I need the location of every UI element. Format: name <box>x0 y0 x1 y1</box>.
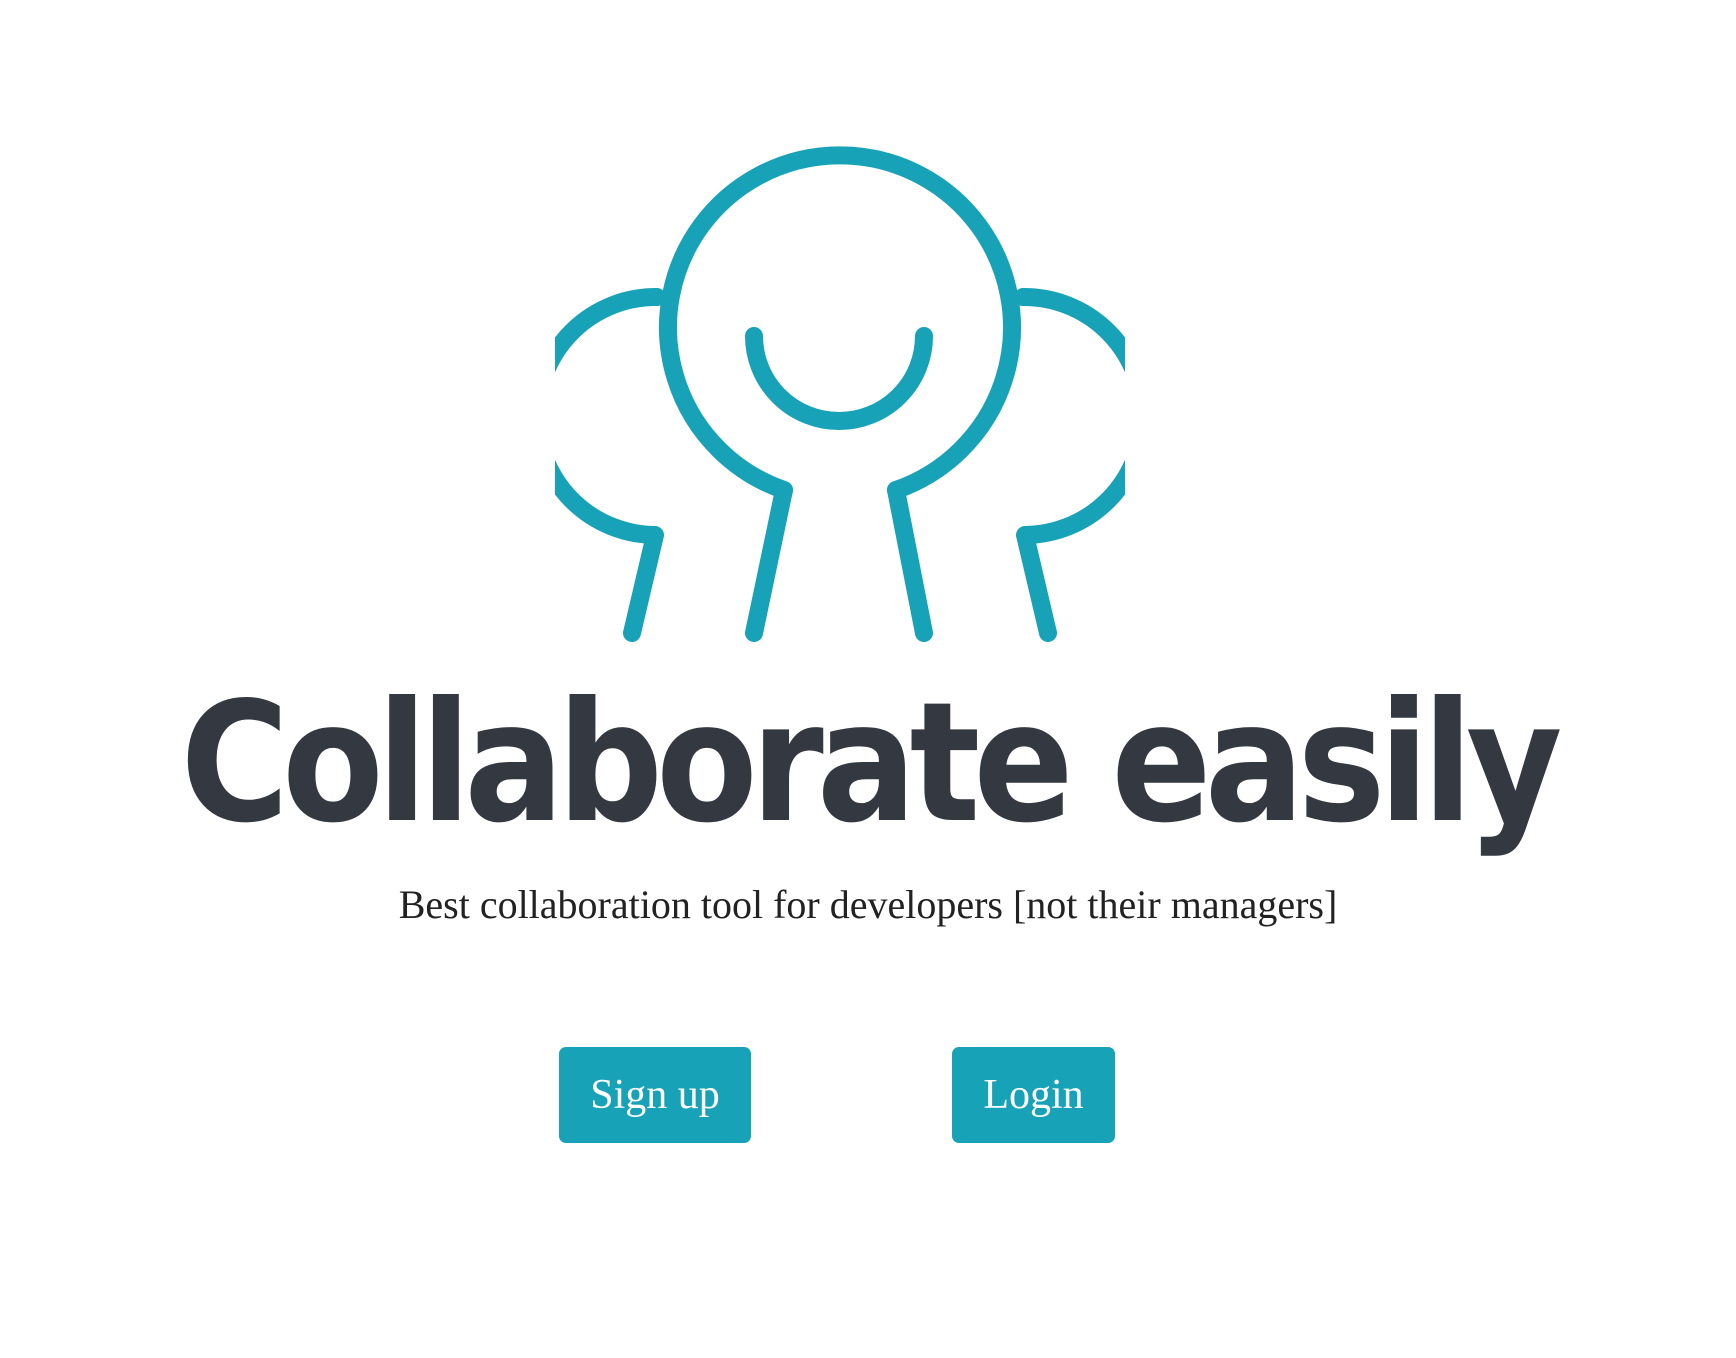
login-button[interactable]: Login <box>952 1047 1115 1143</box>
signup-button[interactable]: Sign up <box>559 1047 751 1143</box>
logo-center-right-leg <box>887 481 933 642</box>
logo-center-figure <box>659 146 1021 499</box>
people-collaboration-icon <box>555 146 1125 642</box>
logo-left-figure <box>555 287 666 642</box>
logo-smile <box>745 327 933 430</box>
hero-headline: Collaborate easily <box>180 666 1562 860</box>
hero-tagline: Best collaboration tool for developers [… <box>398 882 1338 927</box>
logo-center-left-leg <box>745 481 793 642</box>
logo-right-figure <box>1014 287 1125 642</box>
landing-page: Collaborate easily Best collaboration to… <box>0 0 1736 1358</box>
